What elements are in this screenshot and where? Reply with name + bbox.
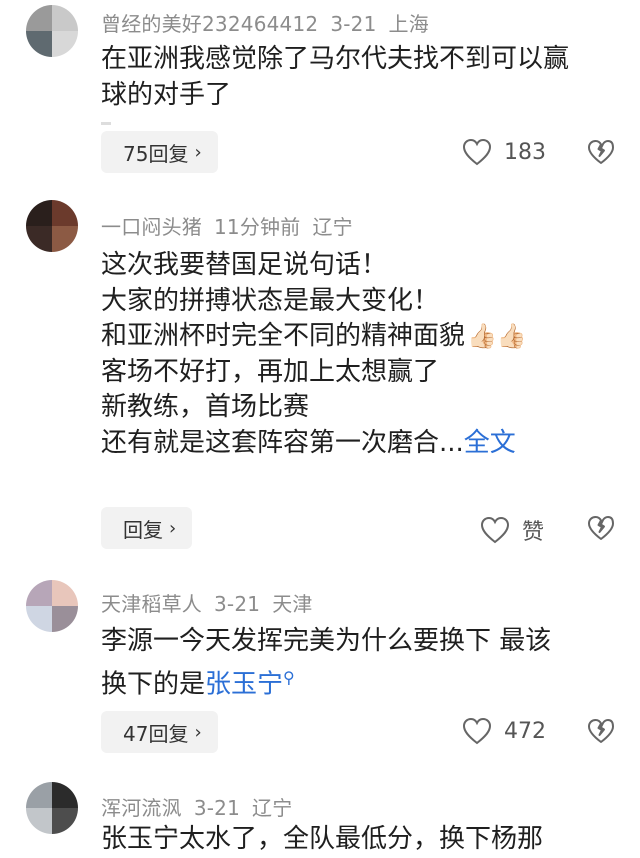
comment-date: 11分钟前 <box>214 215 301 239</box>
like-label: 赞 <box>522 520 545 545</box>
comment-line: 和亚洲杯时完全不同的精神面貌👍🏻👍🏻 <box>101 321 527 351</box>
avatar[interactable] <box>26 200 78 252</box>
comment-location: 辽宁 <box>252 796 293 820</box>
replies-count-label: 47回复 <box>123 721 189 746</box>
chevron-right-icon: › <box>194 141 202 163</box>
comment-line: 大家的拼搏状态是最大变化！ <box>101 285 440 316</box>
comment-line: 新教练，首场比赛 <box>101 392 310 422</box>
comment-date: 3-21 <box>330 12 377 36</box>
like-button[interactable]: 472 <box>462 717 546 745</box>
like-button[interactable]: 183 <box>462 138 546 166</box>
chevron-right-icon: › <box>194 721 202 743</box>
search-icon[interactable]: ⚲ <box>283 668 295 687</box>
broken-heart-icon <box>588 516 614 540</box>
replies-count-label: 75回复 <box>123 141 189 166</box>
avatar[interactable] <box>26 580 78 632</box>
comment-line: 李源一今天发挥完美为什么要换下 最该 <box>101 626 552 656</box>
expand-full-text-link[interactable]: 全文 <box>464 428 516 458</box>
thumbs-up-emoji: 👍🏻👍🏻 <box>467 322 527 350</box>
like-count: 183 <box>504 139 546 165</box>
like-button[interactable]: 赞 <box>480 514 544 546</box>
comment-meta: 曾经的美好232464412 3-21 上海 <box>101 8 429 37</box>
replies-button[interactable]: 47回复 › <box>101 711 218 753</box>
author-name[interactable]: 曾经的美好232464412 <box>101 12 318 36</box>
comment-line: 球的对手了 <box>101 79 232 110</box>
dislike-button[interactable] <box>587 139 615 169</box>
reply-button[interactable]: 回复 › <box>101 507 193 549</box>
comment-line: 还有就是这套阵容第一次磨合...全文 <box>101 427 516 458</box>
comment-location: 天津 <box>272 592 313 616</box>
broken-heart-icon <box>588 140 614 164</box>
heart-outline-icon <box>480 516 510 544</box>
replies-button[interactable]: 75回复 › <box>101 131 218 173</box>
comment-meta: 浑河流沨 3-21 辽宁 <box>101 792 292 821</box>
comment-body[interactable]: 在亚洲我感觉除了马尔代夫找不到可以赢 球的对手了 <box>101 42 621 113</box>
heart-outline-icon <box>462 717 492 745</box>
comment-meta: 天津稻草人 3-21 天津 <box>101 588 313 617</box>
comment-body[interactable]: 这次我要替国足说句话！ 大家的拼搏状态是最大变化！ 和亚洲杯时完全不同的精神面貌… <box>101 248 621 461</box>
comment-body[interactable]: 李源一今天发挥完美为什么要换下 最该 换下的是张玉宁⚲ <box>101 624 621 703</box>
comment-line: 张玉宁太水了，全队最低分，换下杨那 <box>101 824 544 854</box>
comment-date: 3-21 <box>214 592 261 616</box>
dislike-button[interactable] <box>587 515 615 545</box>
divider-mark <box>101 122 111 125</box>
comment-location: 上海 <box>388 12 429 36</box>
author-name[interactable]: 天津稻草人 <box>101 592 202 616</box>
comment-line: 换下的是张玉宁⚲ <box>101 667 295 700</box>
chevron-right-icon: › <box>169 517 177 539</box>
comment-body[interactable]: 张玉宁太水了，全队最低分，换下杨那 <box>101 822 621 858</box>
author-name[interactable]: 一口闷头猪 <box>101 215 202 239</box>
comment-line: 客场不好打，再加上太想赢了 <box>101 356 440 387</box>
comment-date: 3-21 <box>193 796 241 820</box>
avatar[interactable] <box>26 782 78 834</box>
comment-line: 在亚洲我感觉除了马尔代夫找不到可以赢 <box>101 44 570 74</box>
comment-meta: 一口闷头猪 11分钟前 辽宁 <box>101 211 353 240</box>
author-name[interactable]: 浑河流沨 <box>101 796 182 820</box>
comment-line: 这次我要替国足说句话！ <box>101 250 388 280</box>
heart-outline-icon <box>462 138 492 166</box>
reply-label: 回复 <box>123 517 163 542</box>
broken-heart-icon <box>588 719 614 743</box>
dislike-button[interactable] <box>587 718 615 748</box>
mention-search-link[interactable]: 张玉宁 <box>205 669 283 699</box>
avatar[interactable] <box>26 5 78 57</box>
like-count: 472 <box>504 718 546 744</box>
comment-location: 辽宁 <box>312 215 353 239</box>
